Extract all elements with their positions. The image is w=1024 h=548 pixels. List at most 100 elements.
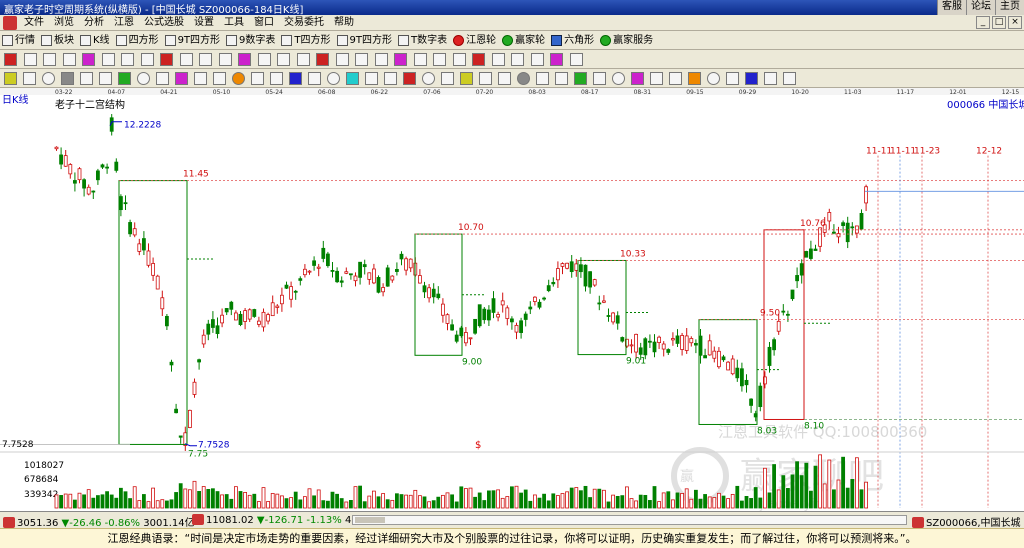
sector-button[interactable]: 板块 xyxy=(39,32,78,49)
gann-tool-15-icon[interactable] xyxy=(270,72,283,85)
draw-tool-17-icon[interactable] xyxy=(316,53,329,66)
sz-index-segment[interactable]: 11081.02 ▼-126.71 -1.13% 4380. xyxy=(192,514,374,526)
gann-tool-34-icon[interactable] xyxy=(631,72,644,85)
draw-tool-22-icon[interactable] xyxy=(413,53,427,66)
gann-tool-20-icon[interactable] xyxy=(365,72,378,85)
maximize-button[interactable]: □ xyxy=(992,16,1006,29)
draw-tool-6-icon[interactable] xyxy=(101,53,115,66)
gann-tool-37-icon[interactable] xyxy=(688,72,701,85)
gann-tool-41-icon[interactable] xyxy=(764,72,777,85)
draw-tool-28-icon[interactable] xyxy=(530,53,544,66)
gann-tool-23-icon[interactable] xyxy=(422,72,435,85)
gann-tool-5-icon[interactable] xyxy=(80,72,93,85)
draw-tool-21-icon[interactable] xyxy=(394,53,407,66)
draw-tool-25-icon[interactable] xyxy=(472,53,485,66)
draw-tool-14-icon[interactable] xyxy=(257,53,271,66)
gann-tool-25-icon[interactable] xyxy=(460,72,473,85)
gann-tool-38-icon[interactable] xyxy=(707,72,720,85)
menu-help[interactable]: 帮助 xyxy=(329,15,359,30)
menu-settings[interactable]: 设置 xyxy=(189,15,219,30)
winner-wheel-button[interactable]: 赢家轮 xyxy=(500,32,549,49)
gann-tool-3-icon[interactable] xyxy=(42,72,55,85)
draw-tool-8-icon[interactable] xyxy=(140,53,154,66)
chart-area[interactable]: 03-22 04-07 04-21 05-10 05-24 06-08 06-22 07-06… xyxy=(0,88,1024,512)
draw-tool-24-icon[interactable] xyxy=(452,53,466,66)
menu-trade[interactable]: 交易委托 xyxy=(279,15,329,30)
gann-tool-7-icon[interactable] xyxy=(118,72,131,85)
menu-tools[interactable]: 工具 xyxy=(219,15,249,30)
draw-tool-26-icon[interactable] xyxy=(491,53,505,66)
gann-tool-29-icon[interactable] xyxy=(536,72,549,85)
menu-formula[interactable]: 公式选股 xyxy=(139,15,189,30)
gann-tool-8-icon[interactable] xyxy=(137,72,150,85)
gann-tool-30-icon[interactable] xyxy=(555,72,568,85)
gann-tool-39-icon[interactable] xyxy=(726,72,739,85)
number-table-button[interactable]: 9数字表 xyxy=(224,32,279,49)
draw-tool-16-icon[interactable] xyxy=(296,53,310,66)
draw-tool-9-icon[interactable] xyxy=(160,53,173,66)
kline-button[interactable]: K线 xyxy=(78,32,114,49)
draw-tool-4-icon[interactable] xyxy=(62,53,76,66)
sh-index-segment[interactable]: 3051.36 ▼-26.46 -0.86% 3001.14亿 xyxy=(3,514,195,529)
draw-tool-5-icon[interactable] xyxy=(82,53,95,66)
gann-tool-40-icon[interactable] xyxy=(745,72,758,85)
gann-tool-26-icon[interactable] xyxy=(479,72,492,85)
draw-tool-23-icon[interactable] xyxy=(433,53,446,66)
link-forum[interactable]: 论坛 xyxy=(966,0,995,15)
kline-chart[interactable]: 03-22 04-07 04-21 05-10 05-24 06-08 06-22 07-06… xyxy=(0,88,1024,512)
gann-tool-42-icon[interactable] xyxy=(783,72,796,85)
gann-tool-32-icon[interactable] xyxy=(593,72,606,85)
gann-tool-17-icon[interactable] xyxy=(308,72,321,85)
menu-file[interactable]: 文件 xyxy=(19,15,49,30)
draw-tool-19-icon[interactable] xyxy=(355,53,368,66)
menu-analysis[interactable]: 分析 xyxy=(79,15,109,30)
draw-tool-3-icon[interactable] xyxy=(43,53,56,66)
menu-gann[interactable]: 江恩 xyxy=(109,15,139,30)
quote-button[interactable]: 行情 xyxy=(0,32,39,49)
gann-tool-28-icon[interactable] xyxy=(517,72,530,85)
gann-tool-12-icon[interactable] xyxy=(213,72,226,85)
gann-tool-14-icon[interactable] xyxy=(251,72,264,85)
horizontal-scrollbar[interactable] xyxy=(352,515,907,525)
draw-tool-13-icon[interactable] xyxy=(238,53,251,66)
close-button[interactable]: × xyxy=(1008,16,1022,29)
gann-tool-33-icon[interactable] xyxy=(612,72,625,85)
gann-tool-9-icon[interactable] xyxy=(156,72,169,85)
gann-tool-22-icon[interactable] xyxy=(403,72,416,85)
gann-tool-21-icon[interactable] xyxy=(384,72,397,85)
scroll-thumb[interactable] xyxy=(355,517,385,523)
draw-tool-11-icon[interactable] xyxy=(199,53,212,66)
gann-tool-2-icon[interactable] xyxy=(23,72,36,85)
hexagon-button[interactable]: 六角形 xyxy=(549,32,598,49)
gann-tool-4-icon[interactable] xyxy=(61,72,74,85)
square-t-button[interactable]: T四方形 xyxy=(279,32,334,49)
square-9t-button[interactable]: 9T四方形 xyxy=(163,32,224,49)
gann-tool-16-icon[interactable] xyxy=(289,72,302,85)
gann-tool-11-icon[interactable] xyxy=(194,72,207,85)
link-home[interactable]: 主页 xyxy=(995,0,1024,15)
draw-tool-18-icon[interactable] xyxy=(335,53,349,66)
draw-tool-30-icon[interactable] xyxy=(569,53,583,66)
menu-window[interactable]: 窗口 xyxy=(249,15,279,30)
draw-tool-27-icon[interactable] xyxy=(511,53,524,66)
square-9t2-button[interactable]: 9T四方形 xyxy=(335,32,396,49)
gann-tool-24-icon[interactable] xyxy=(441,72,454,85)
draw-tool-15-icon[interactable] xyxy=(277,53,290,66)
gann-tool-1-icon[interactable] xyxy=(4,72,17,85)
menu-browse[interactable]: 浏览 xyxy=(49,15,79,30)
gann-tool-18-icon[interactable] xyxy=(327,72,340,85)
gann-tool-35-icon[interactable] xyxy=(650,72,663,85)
link-service[interactable]: 客服 xyxy=(937,0,966,15)
gann-tool-19-icon[interactable] xyxy=(346,72,359,85)
square-button[interactable]: 四方形 xyxy=(114,32,163,49)
gann-tool-10-icon[interactable] xyxy=(175,72,188,85)
gann-tool-13-icon[interactable] xyxy=(232,72,245,85)
draw-tool-2-icon[interactable] xyxy=(23,53,37,66)
gann-tool-36-icon[interactable] xyxy=(669,72,682,85)
gann-tool-27-icon[interactable] xyxy=(498,72,511,85)
draw-tool-29-icon[interactable] xyxy=(550,53,563,66)
draw-tool-12-icon[interactable] xyxy=(218,53,232,66)
draw-tool-7-icon[interactable] xyxy=(121,53,134,66)
service-button[interactable]: 赢家服务 xyxy=(598,32,657,49)
draw-tool-10-icon[interactable] xyxy=(179,53,193,66)
